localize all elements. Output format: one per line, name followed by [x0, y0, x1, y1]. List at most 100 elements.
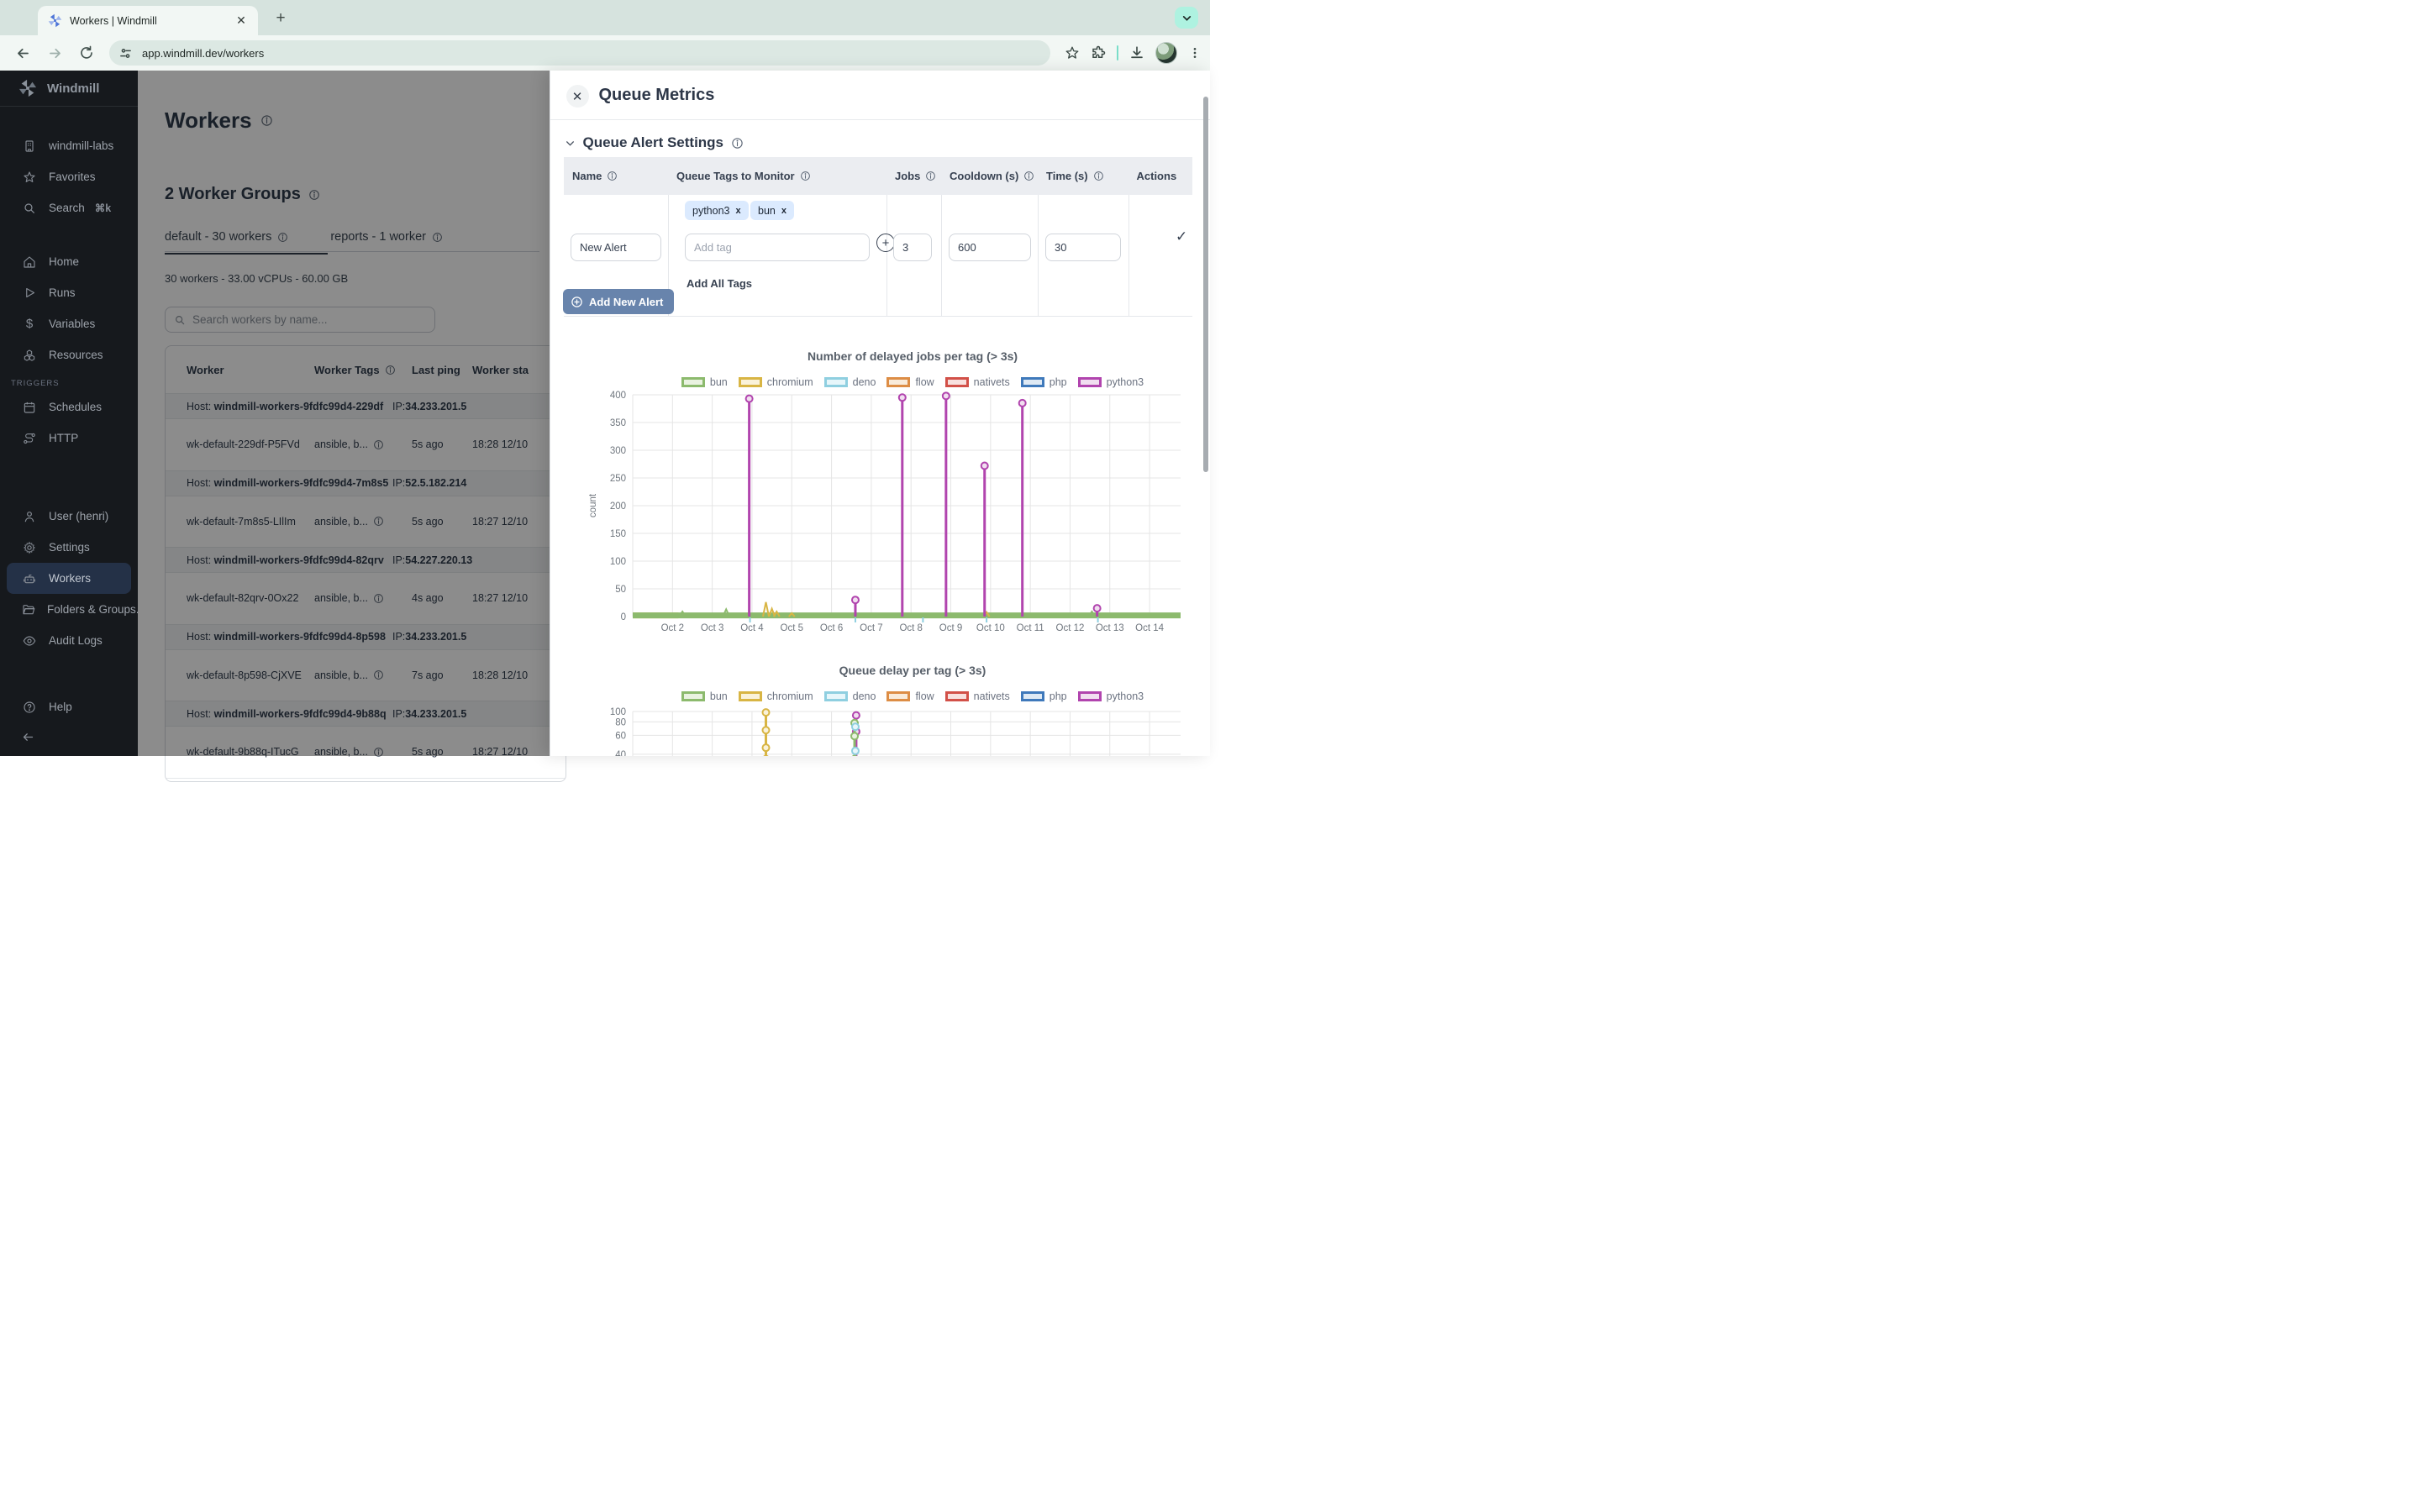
sidebar-item-http[interactable]: HTTP	[0, 423, 138, 454]
site-settings-icon[interactable]	[119, 47, 132, 60]
forward-button[interactable]	[44, 42, 66, 64]
tab-close-icon[interactable]: ✕	[233, 13, 250, 29]
worker-started: 18:28 12/10	[472, 669, 528, 681]
host-cell: Host: windmill-workers-9fdfc99d4-9b88q	[166, 708, 392, 720]
worker-search-input[interactable]: Search workers by name...	[165, 307, 435, 333]
legend-swatch	[1078, 691, 1102, 701]
new-tab-button[interactable]: +	[271, 8, 291, 29]
info-icon[interactable]	[373, 516, 384, 527]
sidebar-item-folders[interactable]: Folders & Groups...	[0, 594, 138, 625]
info-icon[interactable]	[800, 171, 811, 181]
legend-swatch	[824, 691, 848, 701]
remove-tag-icon[interactable]: x	[735, 206, 740, 216]
svg-text:300: 300	[609, 446, 625, 456]
legend-label: php	[1050, 690, 1067, 702]
brand[interactable]: Windmill	[0, 71, 138, 107]
info-icon[interactable]	[373, 669, 384, 680]
info-icon[interactable]	[373, 593, 384, 604]
info-icon[interactable]	[1093, 171, 1104, 181]
sidebar-item-variables[interactable]: $ Variables	[0, 308, 138, 339]
legend-item[interactable]: python3	[1078, 376, 1144, 388]
tab-default-group[interactable]: default - 30 workers	[165, 230, 288, 244]
chevron-down-icon[interactable]	[565, 138, 576, 149]
worker-group-tabs: default - 30 workers reports - 1 worker	[165, 230, 539, 252]
legend-swatch	[886, 377, 910, 387]
legend-item[interactable]: php	[1021, 690, 1067, 702]
sidebar-item-audit-logs[interactable]: Audit Logs	[0, 625, 138, 656]
legend-item[interactable]: chromium	[739, 376, 813, 388]
extensions-icon[interactable]	[1091, 45, 1106, 60]
add-all-tags-link[interactable]: Add All Tags	[687, 277, 752, 290]
table-row-host: Host: windmill-workers-9fdfc99d4-7m8s5 I…	[166, 471, 566, 496]
groups-heading-row: 2 Worker Groups	[165, 185, 320, 204]
sidebar-item-runs[interactable]: Runs	[0, 277, 138, 308]
worker-ping: 5s ago	[412, 746, 472, 758]
legend-item[interactable]: nativets	[945, 690, 1010, 702]
info-icon[interactable]	[373, 439, 384, 450]
legend-label: php	[1050, 376, 1067, 388]
info-icon[interactable]	[385, 365, 396, 375]
downloads-icon[interactable]	[1129, 45, 1144, 60]
search-icon	[174, 314, 186, 326]
collapse-sidebar-button[interactable]	[0, 726, 138, 748]
add-tag-plus-button[interactable]: +	[876, 234, 895, 252]
legend-item[interactable]: deno	[824, 690, 876, 702]
delayed-jobs-chart[interactable]: 050100150200250300350400Oct 2Oct 3Oct 4O…	[550, 388, 1189, 640]
legend-swatch	[739, 691, 762, 701]
info-icon[interactable]	[260, 114, 273, 127]
tab-reports-group[interactable]: reports - 1 worker	[330, 230, 443, 244]
sidebar-item-help[interactable]: Help	[0, 691, 138, 722]
jobs-input[interactable]	[893, 234, 932, 261]
browser-tab[interactable]: Workers | Windmill ✕	[38, 6, 258, 35]
sidebar-item-workspace[interactable]: windmill-labs	[0, 130, 138, 161]
reload-button[interactable]	[76, 42, 97, 64]
legend-item[interactable]: flow	[886, 690, 934, 702]
info-icon[interactable]	[925, 171, 936, 181]
legend-item[interactable]: python3	[1078, 690, 1144, 702]
sidebar-item-favorites[interactable]: Favorites	[0, 161, 138, 192]
svg-text:Oct 12: Oct 12	[1055, 623, 1084, 633]
confirm-check-icon[interactable]: ✓	[1176, 228, 1187, 245]
sidebar-item-home[interactable]: Home	[0, 246, 138, 277]
drawer-scrollbar[interactable]	[1203, 97, 1208, 472]
cooldown-input[interactable]	[949, 234, 1031, 261]
sidebar-item-search[interactable]: Search ⌘k	[0, 192, 138, 223]
play-icon	[22, 286, 37, 299]
time-input[interactable]	[1045, 234, 1121, 261]
browser-menu-icon[interactable]	[1188, 46, 1202, 60]
sidebar-item-schedules[interactable]: Schedules	[0, 391, 138, 423]
sidebar-item-resources[interactable]: Resources	[0, 339, 138, 370]
bookmark-star-icon[interactable]	[1065, 45, 1080, 60]
info-icon[interactable]	[373, 747, 384, 758]
legend-item[interactable]: bun	[681, 376, 728, 388]
alert-name-input[interactable]	[571, 234, 661, 261]
info-icon[interactable]	[432, 232, 443, 243]
worker-name: wk-default-229df-P5FVd	[166, 438, 314, 450]
legend-item[interactable]: bun	[681, 690, 728, 702]
tab-title: Workers | Windmill	[70, 15, 233, 27]
add-tag-input[interactable]	[685, 234, 870, 261]
close-drawer-button[interactable]: ✕	[566, 85, 589, 108]
worker-ping: 4s ago	[412, 592, 472, 604]
sidebar-item-user[interactable]: User (henri)	[0, 501, 138, 532]
info-icon[interactable]	[607, 171, 618, 181]
back-button[interactable]	[12, 42, 34, 64]
profile-avatar[interactable]	[1155, 42, 1177, 64]
add-new-alert-button[interactable]: Add New Alert	[563, 289, 674, 314]
legend-item[interactable]: php	[1021, 376, 1067, 388]
tab-search-button[interactable]	[1175, 7, 1198, 29]
info-icon[interactable]	[277, 232, 288, 243]
legend-item[interactable]: nativets	[945, 376, 1010, 388]
legend-item[interactable]: deno	[824, 376, 876, 388]
sidebar-item-settings[interactable]: Settings	[0, 532, 138, 563]
legend-item[interactable]: chromium	[739, 690, 813, 702]
url-bar[interactable]: app.windmill.dev/workers	[109, 40, 1050, 66]
legend-item[interactable]: flow	[886, 376, 934, 388]
info-icon[interactable]	[731, 137, 744, 150]
queue-delay-chart[interactable]: 100806040	[550, 702, 1189, 756]
remove-tag-icon[interactable]: x	[781, 206, 786, 216]
group-stats: 30 workers - 33.00 vCPUs - 60.00 GB	[165, 272, 348, 285]
info-icon[interactable]	[1023, 171, 1034, 181]
sidebar-item-workers[interactable]: Workers	[7, 563, 131, 594]
info-icon[interactable]	[308, 189, 320, 201]
